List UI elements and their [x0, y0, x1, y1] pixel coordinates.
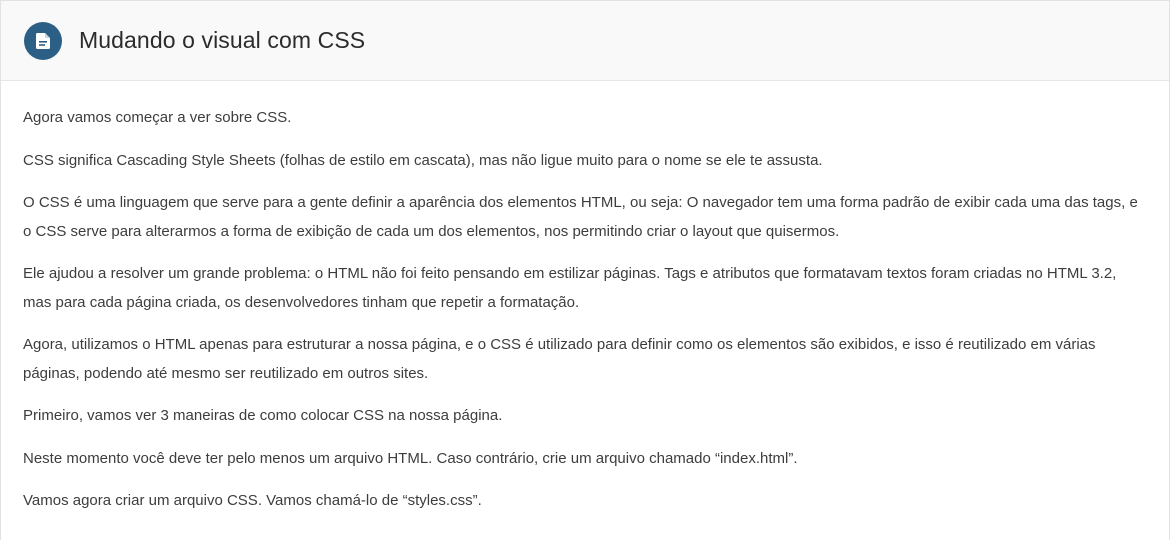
lesson-header: Mudando o visual com CSS	[1, 1, 1169, 81]
lesson-paragraph: Primeiro, vamos ver 3 maneiras de como c…	[23, 407, 503, 424]
lesson-content: Agora vamos começar a ver sobre CSS. CSS…	[1, 81, 1169, 516]
lesson-paragraph: Neste momento você deve ter pelo menos u…	[23, 449, 798, 467]
lesson-paragraph: Ele ajudou a resolver um grande problema…	[23, 265, 1117, 311]
lesson-paragraph: Vamos agora criar um arquivo CSS. Vamos …	[23, 492, 482, 509]
lesson-title: Mudando o visual com CSS	[79, 27, 366, 53]
lesson-card: Mudando o visual com CSS Agora vamos com…	[0, 0, 1170, 540]
document-icon	[24, 21, 62, 60]
lesson-paragraph: CSS significa Cascading Style Sheets (fo…	[23, 151, 823, 169]
lesson-paragraph: Agora, utilizamos o HTML apenas para est…	[23, 336, 1096, 382]
lesson-paragraph: O CSS é uma linguagem que serve para a g…	[23, 194, 1138, 240]
lesson-paragraph: Agora vamos começar a ver sobre CSS.	[23, 109, 292, 126]
